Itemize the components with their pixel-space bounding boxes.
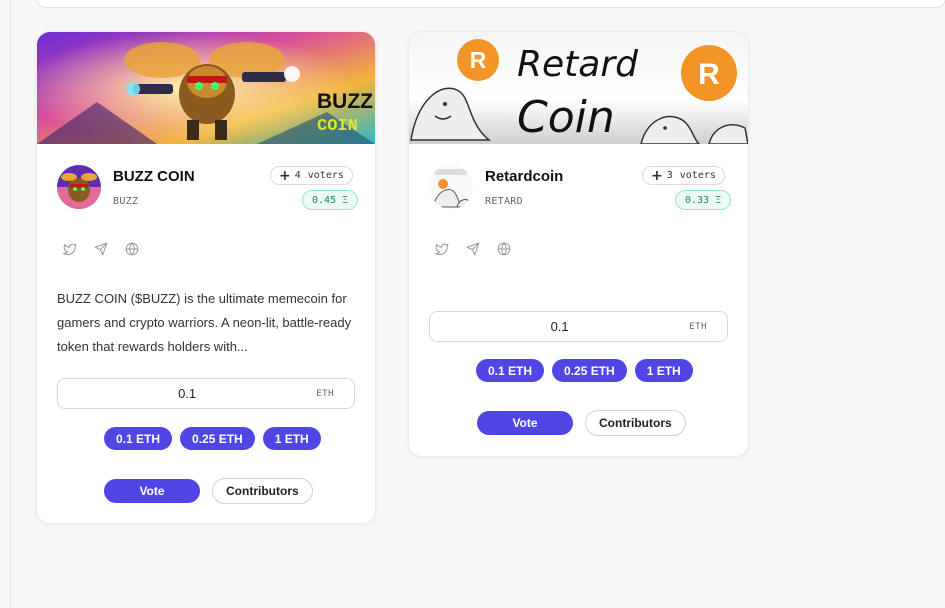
top-panel: [36, 0, 945, 8]
contributors-button[interactable]: Contributors: [585, 410, 686, 436]
card-actions: Vote Contributors: [104, 478, 313, 504]
social-links: [435, 242, 511, 256]
token-name: Retardcoin: [485, 168, 564, 185]
telegram-icon[interactable]: [94, 242, 108, 256]
preset-chip-0.1[interactable]: 0.1 ETH: [104, 427, 173, 450]
token-avatar: [429, 165, 473, 209]
banner-coin-badge-left: R: [470, 47, 487, 73]
website-icon[interactable]: [125, 242, 139, 256]
token-ticker: RETARD: [485, 196, 523, 207]
social-links: [63, 242, 139, 256]
amount-unit: ETH: [689, 321, 707, 332]
voters-label: voters: [679, 170, 716, 181]
token-card-buzz: BUZZ COIN BUZZ COIN BUZZ + 4 voters 0.45…: [36, 31, 376, 524]
banner-title-line2: Coin: [517, 92, 615, 143]
twitter-icon[interactable]: [63, 242, 77, 256]
token-banner-image: R R Retard Coin: [409, 32, 748, 144]
amount-unit: ETH: [316, 388, 334, 399]
token-description: BUZZ COIN ($BUZZ) is the ultimate memeco…: [57, 291, 352, 354]
preset-chip-0.25[interactable]: 0.25 ETH: [180, 427, 255, 450]
amount-value: 0.1: [178, 386, 197, 401]
website-icon[interactable]: [497, 242, 511, 256]
banner-title-line1: BUZZ: [317, 90, 373, 113]
token-avatar: [57, 165, 101, 209]
voters-label: voters: [307, 170, 344, 181]
voters-button[interactable]: + 3 voters: [642, 166, 725, 185]
amount-input[interactable]: 0.1 ETH: [429, 311, 728, 342]
token-banner-image: BUZZ COIN: [37, 32, 375, 144]
card-actions: Vote Contributors: [477, 410, 686, 436]
token-ticker: BUZZ: [113, 196, 139, 207]
banner-title-line2: COIN: [317, 117, 358, 136]
eth-total-badge: 0.45 Ξ: [302, 190, 359, 210]
token-name: BUZZ COIN: [113, 168, 195, 185]
amount-value: 0.1: [550, 319, 569, 334]
preset-chip-1[interactable]: 1 ETH: [262, 427, 321, 450]
left-divider: [10, 0, 11, 608]
voters-count: 4: [294, 170, 301, 181]
banner-coin-badge-right: R: [698, 58, 720, 91]
contributors-button[interactable]: Contributors: [212, 478, 313, 504]
telegram-icon[interactable]: [466, 242, 480, 256]
token-card-retardcoin: R R Retard Coin Retardcoin RETARD + 3 vo…: [408, 31, 749, 457]
voters-count: 3: [666, 170, 673, 181]
banner-title-line1: Retard: [517, 44, 639, 85]
plus-icon: +: [279, 167, 291, 184]
amount-input[interactable]: 0.1 ETH: [57, 378, 355, 409]
preset-amounts: 0.1 ETH 0.25 ETH 1 ETH: [476, 359, 693, 382]
voters-button[interactable]: + 4 voters: [270, 166, 353, 185]
vote-button[interactable]: Vote: [104, 479, 200, 503]
twitter-icon[interactable]: [435, 242, 449, 256]
eth-total-badge: 0.33 Ξ: [675, 190, 732, 210]
preset-chip-1[interactable]: 1 ETH: [634, 359, 693, 382]
vote-button[interactable]: Vote: [477, 411, 573, 435]
preset-chip-0.25[interactable]: 0.25 ETH: [552, 359, 627, 382]
plus-icon: +: [651, 167, 663, 184]
preset-chip-0.1[interactable]: 0.1 ETH: [476, 359, 545, 382]
preset-amounts: 0.1 ETH 0.25 ETH 1 ETH: [104, 427, 321, 450]
